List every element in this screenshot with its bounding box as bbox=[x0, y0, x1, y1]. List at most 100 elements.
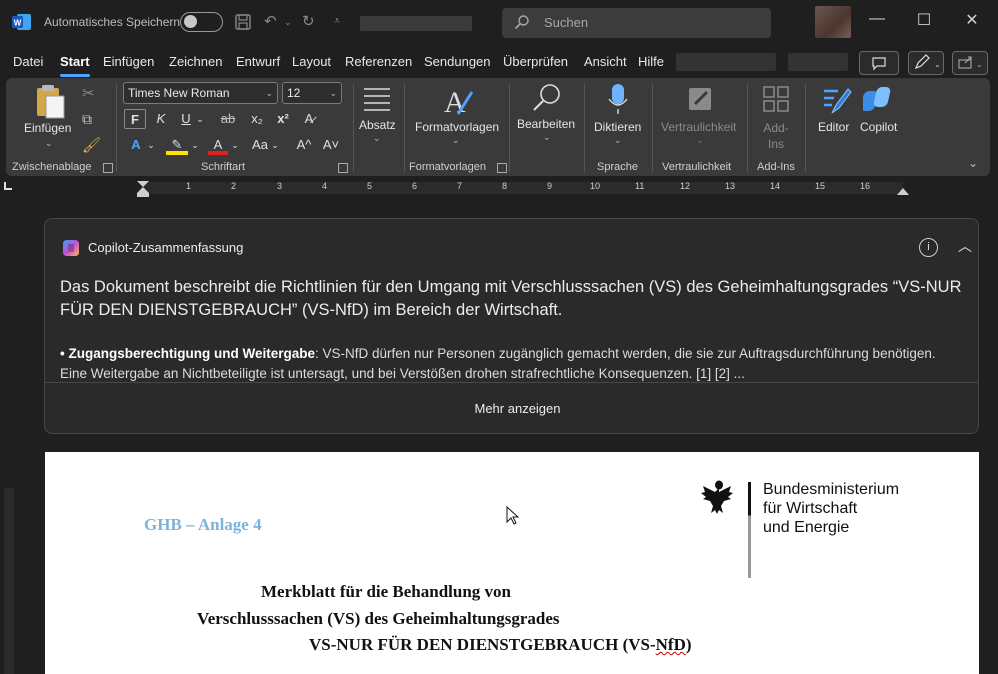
dictate-button-label[interactable]: Diktieren bbox=[594, 120, 641, 134]
tab-start[interactable]: Start bbox=[60, 54, 90, 77]
customize-toolbar-icon[interactable]: ⩡ bbox=[334, 15, 340, 28]
styles-dropdown-icon[interactable]: ⌄ bbox=[452, 135, 460, 146]
cut-icon[interactable]: ✂ bbox=[82, 84, 95, 102]
font-name-combo[interactable]: Times New Roman ⌄ bbox=[123, 82, 278, 104]
paste-dropdown-icon[interactable]: ⌄ bbox=[45, 138, 53, 149]
maximize-icon[interactable]: ☐ bbox=[909, 10, 939, 30]
styles-launcher-icon[interactable] bbox=[497, 163, 507, 173]
search-icon bbox=[514, 15, 529, 30]
spelling-flag: NfD bbox=[655, 635, 686, 654]
minimize-icon[interactable]: — bbox=[862, 10, 892, 28]
copilot-button-label[interactable]: Copilot bbox=[860, 120, 897, 134]
italic-button[interactable]: K bbox=[151, 109, 171, 129]
document-title-redacted bbox=[360, 16, 472, 31]
ministry-line: und Energie bbox=[763, 519, 850, 536]
pencil-icon: ⌄ bbox=[914, 54, 941, 70]
tab-layout[interactable]: Layout bbox=[292, 54, 331, 69]
redo-icon[interactable]: ↻ bbox=[302, 12, 315, 30]
ruler-number: 11 bbox=[635, 181, 645, 191]
font-color-icon[interactable]: A bbox=[208, 135, 228, 155]
strikethrough-button[interactable]: ab bbox=[216, 109, 240, 129]
edit-button-label[interactable]: Bearbeiten bbox=[517, 117, 575, 131]
undo-icon[interactable]: ↶ bbox=[264, 12, 277, 30]
change-case-dropdown-icon[interactable]: ⌄ bbox=[270, 135, 280, 155]
save-icon[interactable] bbox=[234, 13, 252, 31]
edit-icon[interactable] bbox=[530, 82, 564, 116]
editor-button-label[interactable]: Editor bbox=[818, 120, 849, 134]
share-button[interactable]: ⌄ bbox=[952, 51, 988, 75]
tab-entwurf[interactable]: Entwurf bbox=[236, 54, 280, 69]
tab-ueberpruefen[interactable]: Überprüfen bbox=[503, 54, 568, 69]
tab-einfuegen[interactable]: Einfügen bbox=[103, 54, 154, 69]
copilot-summary-bullet: • Zugangsberechtigung und Weitergabe: VS… bbox=[60, 344, 965, 382]
format-painter-icon[interactable]: 🖌 bbox=[82, 136, 101, 154]
editing-mode-button[interactable]: ⌄ bbox=[908, 51, 944, 75]
document-page[interactable]: GHB – Anlage 4 Bundesministerium für Wir… bbox=[45, 452, 979, 674]
ruler-number: 7 bbox=[457, 181, 463, 191]
font-size-combo[interactable]: 12 ⌄ bbox=[282, 82, 342, 104]
bold-button[interactable]: F bbox=[124, 109, 146, 129]
chevron-up-icon[interactable]: ︿ bbox=[958, 236, 972, 256]
editor-icon[interactable] bbox=[818, 83, 852, 117]
user-avatar[interactable] bbox=[815, 6, 851, 38]
document-title-line: Merkblatt für die Behandlung von bbox=[261, 582, 512, 601]
superscript-button[interactable]: x² bbox=[272, 109, 294, 129]
paste-icon[interactable] bbox=[34, 84, 68, 120]
undo-dropdown-icon[interactable]: ⌄ bbox=[284, 17, 292, 28]
paste-button-label[interactable]: Einfügen bbox=[24, 121, 71, 135]
font-launcher-icon[interactable] bbox=[338, 163, 348, 173]
tab-zeichnen[interactable]: Zeichnen bbox=[169, 54, 222, 69]
dictate-dropdown-icon[interactable]: ⌄ bbox=[614, 135, 622, 146]
tab-selector-icon[interactable] bbox=[4, 182, 12, 190]
sensitivity-group-label: Vertraulichkeit bbox=[662, 161, 732, 173]
underline-dropdown-icon[interactable]: ⌄ bbox=[195, 109, 205, 129]
edit-dropdown-icon[interactable]: ⌄ bbox=[543, 132, 551, 143]
show-more-button[interactable]: Mehr anzeigen bbox=[45, 401, 978, 416]
indent-marker-icon[interactable] bbox=[136, 180, 150, 198]
font-color-dropdown-icon[interactable]: ⌄ bbox=[230, 135, 240, 155]
tab-datei[interactable]: Datei bbox=[13, 54, 43, 69]
text-effects-dropdown-icon[interactable]: ⌄ bbox=[146, 135, 156, 155]
underline-button[interactable]: U bbox=[176, 109, 196, 129]
vertical-ruler[interactable] bbox=[0, 198, 20, 674]
text-effects-icon[interactable]: A bbox=[126, 135, 146, 155]
tab-hilfe[interactable]: Hilfe bbox=[638, 54, 664, 69]
change-case-button[interactable]: Aa bbox=[248, 135, 272, 155]
paragraph-dropdown-icon[interactable]: ⌄ bbox=[373, 133, 381, 144]
shrink-font-button[interactable]: A˅ bbox=[321, 135, 341, 155]
paragraph-button-label[interactable]: Absatz bbox=[359, 118, 396, 132]
clipboard-launcher-icon[interactable] bbox=[103, 163, 113, 173]
ribbon-collapse-icon[interactable]: ⌄ bbox=[968, 156, 978, 170]
chevron-down-icon: ⌄ bbox=[265, 88, 273, 98]
subscript-button[interactable]: x₂ bbox=[246, 109, 268, 129]
styles-icon[interactable]: A bbox=[442, 84, 476, 118]
ruler-number: 10 bbox=[590, 181, 601, 191]
ruler-number: 9 bbox=[547, 181, 553, 191]
autosave-toggle[interactable] bbox=[180, 12, 223, 32]
ruler-number: 16 bbox=[860, 181, 871, 191]
addins-button-label: Add-Ins bbox=[763, 121, 789, 151]
tab-referenzen[interactable]: Referenzen bbox=[345, 54, 412, 69]
tab-ansicht[interactable]: Ansicht bbox=[584, 54, 627, 69]
document-title-line: Verschlusssachen (VS) des Geheimhaltungs… bbox=[197, 609, 560, 628]
separator bbox=[509, 84, 510, 172]
styles-button-label[interactable]: Formatvorlagen bbox=[415, 120, 499, 134]
highlight-dropdown-icon[interactable]: ⌄ bbox=[190, 135, 200, 155]
svg-text:⌄: ⌄ bbox=[976, 60, 983, 69]
horizontal-ruler[interactable]: 1 2 3 4 5 6 7 8 9 10 11 12 13 14 15 16 bbox=[0, 178, 998, 198]
search-box[interactable]: Suchen bbox=[502, 8, 771, 38]
info-icon[interactable]: i bbox=[919, 238, 938, 257]
microphone-icon[interactable] bbox=[607, 83, 629, 117]
close-icon[interactable]: ✕ bbox=[957, 10, 987, 30]
document-title-line: VS-NUR FÜR DEN DIENSTGEBRAUCH (VS-NfD) bbox=[309, 635, 692, 655]
comments-button[interactable] bbox=[859, 51, 899, 75]
paragraph-icon[interactable] bbox=[362, 86, 392, 116]
svg-text:⌄: ⌄ bbox=[934, 60, 941, 69]
copy-icon[interactable]: ⧉ bbox=[82, 111, 92, 128]
clear-format-icon[interactable]: A̷ bbox=[299, 109, 319, 129]
tab-sendungen[interactable]: Sendungen bbox=[424, 54, 491, 69]
right-indent-marker-icon[interactable] bbox=[896, 186, 910, 196]
highlight-icon[interactable]: ✎ bbox=[166, 135, 188, 155]
copilot-icon[interactable] bbox=[863, 83, 897, 117]
grow-font-button[interactable]: A^ bbox=[294, 135, 314, 155]
